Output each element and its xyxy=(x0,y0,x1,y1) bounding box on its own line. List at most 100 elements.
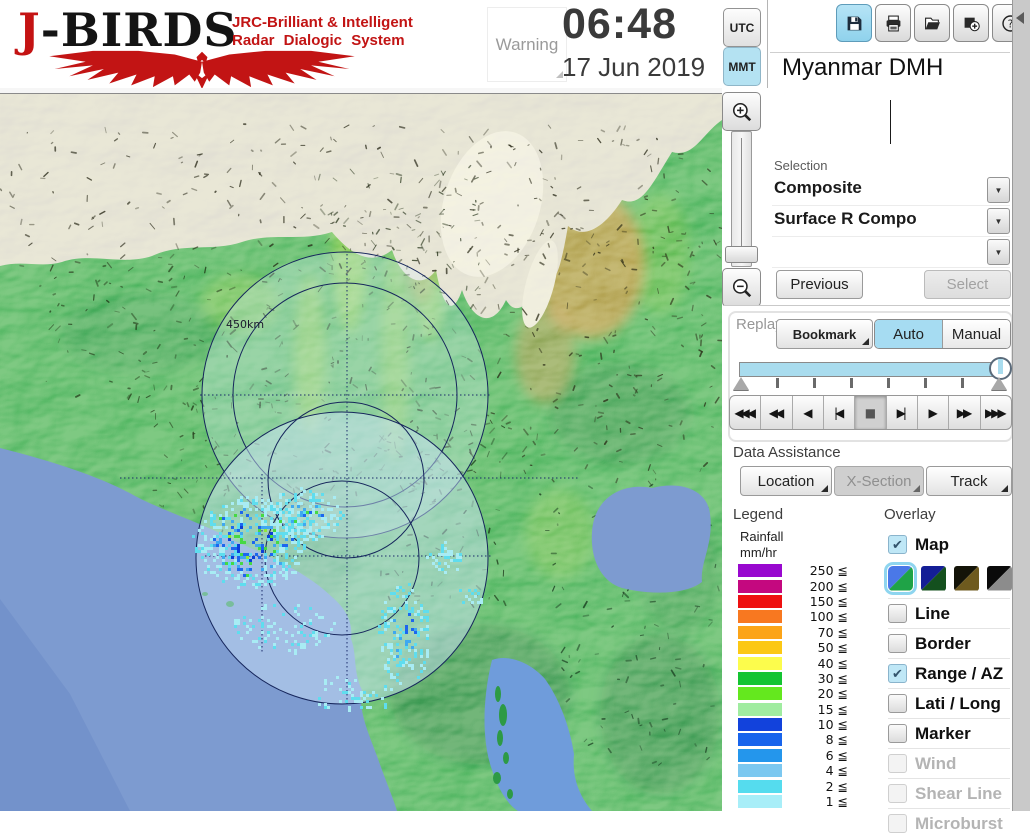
playback-fast-rewind-button[interactable]: ◀◀ xyxy=(761,396,792,429)
mmt-button[interactable]: MMT xyxy=(723,47,761,86)
checkbox-icon[interactable]: ✔ xyxy=(888,724,907,743)
manual-button[interactable]: Manual xyxy=(943,320,1010,348)
previous-button[interactable]: Previous xyxy=(776,270,863,299)
open-button[interactable] xyxy=(914,4,950,42)
replay-range-start-marker[interactable] xyxy=(733,377,749,390)
overlay-item-label: Shear Line xyxy=(915,784,1002,804)
slider-tick xyxy=(813,378,816,388)
replay-range-end-marker[interactable] xyxy=(991,377,1007,390)
selection-dropdowns: Composite ▼ Surface R Compo ▼ ▼ xyxy=(772,175,1010,268)
checkbox-icon[interactable]: ✔ xyxy=(888,784,907,803)
legend-value: 100 ≦ xyxy=(782,609,848,624)
checkbox-checked-icon[interactable]: ✔ xyxy=(888,535,907,554)
print-button[interactable] xyxy=(875,4,911,42)
legend-value: 70 ≦ xyxy=(782,625,848,640)
checkbox-icon[interactable]: ✔ xyxy=(888,814,907,833)
checkbox-icon[interactable]: ✔ xyxy=(888,664,907,683)
header-separator xyxy=(767,0,768,88)
overlay-label: Overlay xyxy=(884,506,936,523)
overlay-range-az[interactable]: ✔ Range / AZ xyxy=(888,658,1010,688)
overlay-line[interactable]: ✔ Line xyxy=(888,598,1010,628)
checkbox-icon[interactable]: ✔ xyxy=(888,694,907,713)
overlay-wind[interactable]: ✔ Wind xyxy=(888,748,1010,778)
capture-button[interactable] xyxy=(953,4,989,42)
overlay-item-label: Lati / Long xyxy=(915,694,1001,714)
collapse-arrow-icon[interactable] xyxy=(1016,12,1024,24)
chevron-down-icon[interactable]: ▼ xyxy=(987,208,1010,234)
playback-play-backward-button[interactable]: ◀ xyxy=(793,396,824,429)
overlay-item-label: Map xyxy=(915,535,949,555)
playback-step-back-button[interactable]: |◀ xyxy=(824,396,855,429)
utc-button[interactable]: UTC xyxy=(723,8,761,47)
jbirds-logo: J-BIRDS JRC-Brilliant & Intelligent Rada… xyxy=(6,3,392,85)
overlay-lati-long[interactable]: ✔ Lati / Long xyxy=(888,688,1010,718)
auto-button[interactable]: Auto xyxy=(875,320,943,348)
logo-tagline-line2: Radar Dialogic System xyxy=(232,32,413,50)
warning-button[interactable]: Warning xyxy=(487,7,567,82)
overlay-shear-line[interactable]: ✔ Shear Line xyxy=(888,778,1010,808)
overlay-microburst[interactable]: ✔ Microburst xyxy=(888,808,1010,838)
overlay-marker[interactable]: ✔ Marker xyxy=(888,718,1010,748)
legend-value: 30 ≦ xyxy=(782,671,848,686)
rainfall-legend: 250 ≦ 200 ≦ 150 ≦ 100 ≦ 70 ≦ 50 ≦ 40 ≦ xyxy=(738,563,848,809)
checkbox-icon[interactable]: ✔ xyxy=(888,754,907,773)
zoom-slider-thumb[interactable] xyxy=(725,246,758,263)
overlay-item-label: Marker xyxy=(915,724,971,744)
overlay-border[interactable]: ✔ Border xyxy=(888,628,1010,658)
zoom-in-button[interactable] xyxy=(722,92,761,131)
legend-value: 200 ≦ xyxy=(782,579,848,594)
print-icon xyxy=(885,15,902,32)
selection-dropdown-3[interactable]: ▼ xyxy=(772,237,1010,268)
zoom-out-icon xyxy=(731,277,753,299)
legend-value: 20 ≦ xyxy=(782,686,848,701)
chevron-down-icon[interactable]: ▼ xyxy=(987,177,1010,203)
bookmark-button[interactable]: Bookmark xyxy=(776,319,873,349)
legend-row: 6 ≦ xyxy=(738,748,848,763)
track-button[interactable]: Track xyxy=(926,466,1012,496)
legend-value: 1 ≦ xyxy=(782,794,848,809)
legend-row: 100 ≦ xyxy=(738,609,848,624)
legend-row: 30 ≦ xyxy=(738,671,848,686)
selection-dropdown-2[interactable]: Surface R Compo ▼ xyxy=(772,206,1010,237)
overlay-item-label: Microburst xyxy=(915,814,1003,834)
overlay-map[interactable]: ✔ Map xyxy=(888,530,1010,559)
map-style-swatch[interactable] xyxy=(888,566,913,591)
legend-row: 15 ≦ xyxy=(738,702,848,717)
selection-dropdown-1[interactable]: Composite ▼ xyxy=(772,175,1010,206)
legend-value: 4 ≦ xyxy=(782,763,848,778)
map-style-swatch[interactable] xyxy=(987,566,1012,591)
location-button[interactable]: Location xyxy=(740,466,832,496)
panel-collapse-strip[interactable] xyxy=(1012,0,1030,811)
save-button[interactable] xyxy=(836,4,872,42)
legend-row: 70 ≦ xyxy=(738,625,848,640)
logo-tagline: JRC-Brilliant & Intelligent Radar Dialog… xyxy=(232,14,413,50)
status-field xyxy=(772,96,1010,146)
selection-dropdown-1-value: Composite xyxy=(774,178,862,198)
zoom-out-button[interactable] xyxy=(722,268,761,307)
map-style-swatch[interactable] xyxy=(954,566,979,591)
add-image-icon xyxy=(963,15,980,32)
chevron-down-icon[interactable]: ▼ xyxy=(987,239,1010,265)
legend-value: 50 ≦ xyxy=(782,640,848,655)
playback-controls: ◀◀◀ ◀◀ ◀ |◀ ■ ▶| ▶ ▶▶ ▶▶▶ xyxy=(729,395,1012,430)
playback-step-forward-button[interactable]: ▶| xyxy=(887,396,918,429)
checkbox-icon[interactable]: ✔ xyxy=(888,634,907,653)
radar-map[interactable]: 450km xyxy=(0,88,722,811)
legend-row: 4 ≦ xyxy=(738,763,848,778)
playback-fast-forward-button[interactable]: ▶▶ xyxy=(949,396,980,429)
checkbox-icon[interactable]: ✔ xyxy=(888,604,907,623)
legend-row: 250 ≦ xyxy=(738,563,848,578)
status-field-divider xyxy=(890,100,891,144)
legend-color-swatch xyxy=(738,610,782,623)
zoom-in-icon xyxy=(731,101,753,123)
selection-dropdown-2-value: Surface R Compo xyxy=(774,209,917,229)
replay-timeline-slider[interactable] xyxy=(739,362,1005,377)
map-style-swatch[interactable] xyxy=(921,566,946,591)
playback-jump-end-button[interactable]: ▶▶▶ xyxy=(981,396,1011,429)
playback-jump-start-button[interactable]: ◀◀◀ xyxy=(730,396,761,429)
panel-separator xyxy=(724,305,1010,307)
legend-title-rainfall: Rainfall xyxy=(740,529,783,544)
playback-play-button[interactable]: ▶ xyxy=(918,396,949,429)
station-name: Myanmar DMH xyxy=(782,54,943,82)
playback-stop-button[interactable]: ■ xyxy=(855,396,886,429)
